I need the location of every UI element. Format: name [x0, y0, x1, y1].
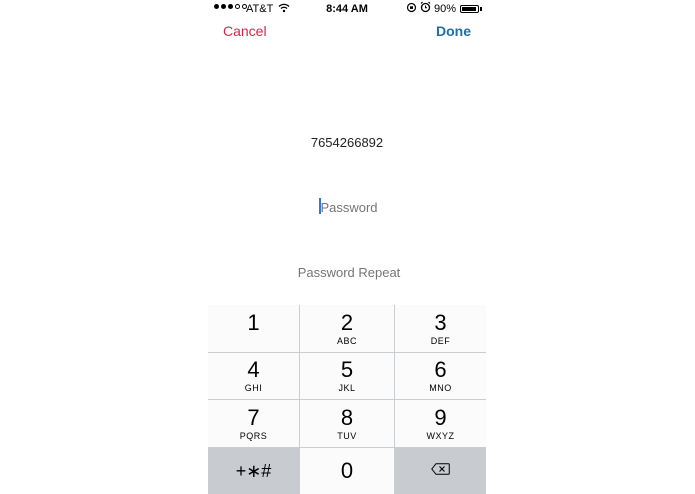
done-button[interactable]: Done	[436, 23, 471, 39]
password-field[interactable]	[208, 199, 490, 216]
key-8[interactable]: 8 TUV	[300, 400, 394, 447]
key-9[interactable]: 9 WXYZ	[395, 400, 486, 447]
key-letters: MNO	[429, 383, 452, 393]
key-2[interactable]: 2 ABC	[300, 305, 394, 352]
delete-key[interactable]	[395, 448, 486, 494]
text-cursor	[319, 198, 321, 214]
key-digit: 6	[434, 357, 447, 382]
key-6[interactable]: 6 MNO	[395, 353, 486, 399]
backspace-icon	[431, 462, 450, 480]
key-3[interactable]: 3 DEF	[395, 305, 486, 352]
key-digit: 8	[340, 404, 354, 430]
key-0[interactable]: 0	[300, 448, 394, 494]
key-digit: 4	[247, 357, 260, 382]
status-bar: AT&T 8:44 AM 90%	[208, 0, 486, 18]
alarm-icon	[420, 1, 431, 16]
key-digit: 5	[340, 357, 354, 382]
numeric-keypad: 1 2 ABC 3 DEF 4 GHI 5 JKL 6 MNO 7 PQRS 8	[208, 305, 486, 494]
key-digit: 9	[434, 404, 447, 430]
key-symbols[interactable]: +∗#	[208, 448, 299, 494]
key-5[interactable]: 5 JKL	[300, 353, 394, 399]
battery-percent: 90%	[434, 3, 457, 15]
rotation-lock-icon	[406, 2, 417, 16]
key-symbols-label: +∗#	[235, 460, 272, 481]
key-letters: JKL	[338, 383, 356, 393]
phone-number: 7654266892	[310, 135, 384, 150]
key-7[interactable]: 7 PQRS	[208, 400, 299, 447]
key-digit: 2	[340, 309, 354, 335]
key-digit: 7	[247, 404, 260, 430]
phone-screen: AT&T 8:44 AM 90% Cancel Done 7654266892 …	[208, 0, 490, 494]
cancel-button[interactable]: Cancel	[223, 23, 267, 39]
key-1[interactable]: 1	[208, 305, 299, 352]
password-repeat-field[interactable]	[208, 264, 490, 281]
key-letters: WXYZ	[426, 430, 455, 441]
key-letters: DEF	[430, 335, 451, 346]
key-4[interactable]: 4 GHI	[208, 353, 299, 399]
battery-fill	[462, 7, 476, 11]
key-letters: ABC	[336, 335, 357, 346]
key-letters: GHI	[244, 383, 263, 393]
battery-icon	[460, 5, 479, 13]
key-digit: 3	[434, 309, 447, 335]
key-digit: 0	[340, 458, 354, 483]
key-digit: 1	[247, 309, 260, 335]
key-letters: PQRS	[239, 430, 268, 441]
key-letters: TUV	[337, 430, 357, 441]
battery-tip	[480, 7, 482, 11]
